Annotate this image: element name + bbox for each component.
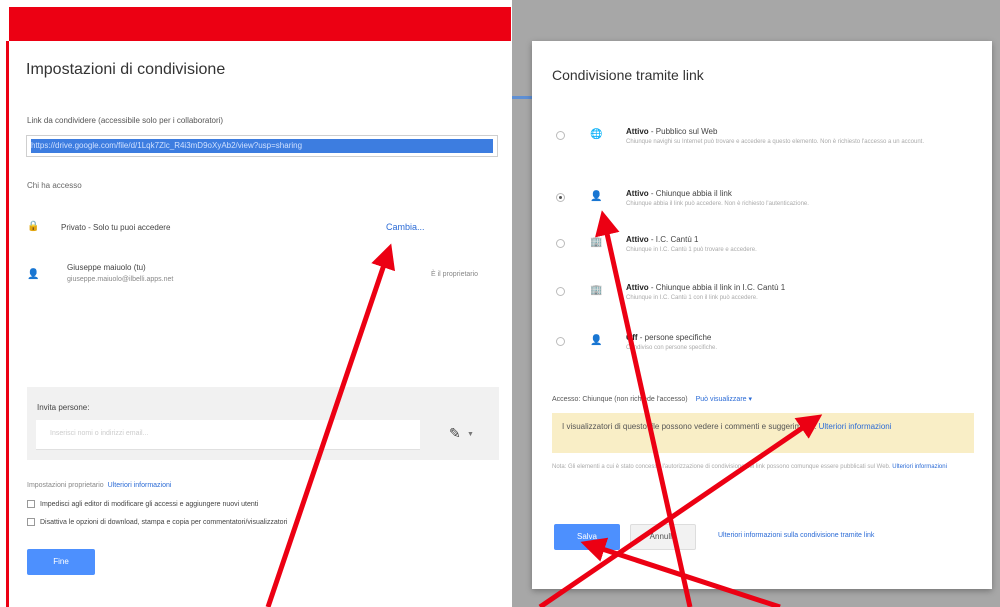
- share-link-field[interactable]: https://drive.google.com/file/d/1Lqk7Zlc…: [26, 135, 498, 157]
- radio-button[interactable]: [556, 287, 565, 296]
- owner-settings: Impostazioni proprietario Ulteriori infor…: [27, 482, 171, 489]
- owner-name: Giuseppe maiuolo (tu): [67, 263, 146, 272]
- owner-settings-label: Impostazioni proprietario: [27, 482, 104, 489]
- change-link[interactable]: Cambia...: [386, 222, 425, 232]
- owner-role: È il proprietario: [431, 271, 479, 278]
- access-row-owner: 👤 Giuseppe maiuolo (tu) giuseppe.maiuolo…: [27, 263, 497, 291]
- pencil-icon[interactable]: ✎: [449, 425, 461, 442]
- invite-placeholder: Inserisci nomi o indirizzi email...: [50, 430, 149, 437]
- option-heading: Attivo - Chiunque abbia il link in I.C. …: [626, 283, 786, 292]
- note-link[interactable]: Ulteriori informazioni: [892, 464, 947, 470]
- who-has-access-label: Chi ha accesso: [27, 181, 82, 190]
- save-button[interactable]: Salva: [554, 524, 620, 550]
- invite-input[interactable]: Inserisci nomi o indirizzi email...: [36, 420, 420, 450]
- option-description: Chiunque in I.C. Cantù 1 con il link può…: [626, 295, 758, 301]
- option-description: Chiunque in I.C. Cantù 1 può trovare e a…: [626, 247, 757, 253]
- chevron-down-icon: ▾: [748, 396, 753, 403]
- option-specific-people[interactable]: 👤 Off - persone specifiche Condiviso con…: [556, 333, 976, 371]
- checkbox-label: Disattiva le opzioni di download, stampa…: [40, 518, 288, 526]
- globe-icon: 🌐: [590, 129, 603, 140]
- radio-button[interactable]: [556, 337, 565, 346]
- warning-link[interactable]: Ulteriori informazioni: [819, 422, 892, 431]
- checkbox-prevent-editors[interactable]: Impedisci agli editor di modificare gli …: [27, 500, 258, 508]
- radio-button[interactable]: [556, 131, 565, 140]
- warning-box: I visualizzatori di questo file possono …: [552, 413, 974, 453]
- person-icon: 👤: [590, 191, 603, 202]
- person-icon: 👤: [27, 269, 40, 280]
- checkbox-disable-download[interactable]: Disattiva le opzioni di download, stampa…: [27, 518, 287, 526]
- checkbox-box[interactable]: [27, 500, 35, 508]
- invite-label: Invita persone:: [37, 403, 90, 412]
- checkbox-label: Impedisci agli editor di modificare gli …: [40, 500, 259, 508]
- radio-button[interactable]: [556, 239, 565, 248]
- done-button[interactable]: Fine: [27, 549, 95, 575]
- dialog-title: Condivisione tramite link: [552, 67, 704, 83]
- option-heading: Attivo - Pubblico sul Web: [626, 127, 718, 136]
- sharing-settings-panel: Impostazioni di condivisione Link da con…: [9, 41, 511, 607]
- permission-dropdown[interactable]: Può visualizzare ▾: [696, 396, 752, 403]
- invite-section: Invita persone: Inserisci nomi o indiriz…: [27, 387, 499, 460]
- access-line: Accesso: Chiunque (non richiede l'access…: [552, 395, 752, 403]
- option-heading: Attivo - I.C. Cantù 1: [626, 235, 699, 244]
- owner-email: giuseppe.maiuolo@ilbelli.apps.net: [67, 276, 174, 283]
- option-heading: Attivo - Chiunque abbia il link: [626, 189, 732, 198]
- option-anyone-link[interactable]: 👤 Attivo - Chiunque abbia il link Chiunq…: [556, 189, 976, 227]
- warning-text: I visualizzatori di questo file possono …: [562, 422, 817, 431]
- option-description: Chiunque abbia il link può accedere. Non…: [626, 201, 809, 207]
- option-domain-link[interactable]: 🏢 Attivo - Chiunque abbia il link in I.C…: [556, 283, 976, 321]
- page-title: Impostazioni di condivisione: [26, 61, 226, 78]
- access-row-private: 🔒 Privato - Solo tu puoi accedere Cambia…: [27, 221, 497, 235]
- link-sharing-dialog: Condivisione tramite link 🌐 Attivo - Pub…: [532, 41, 992, 589]
- person-icon: 👤: [590, 335, 603, 346]
- checkbox-box[interactable]: [27, 518, 35, 526]
- owner-settings-link[interactable]: Ulteriori informazioni: [108, 482, 172, 489]
- link-label: Link da condividere (accessibile solo pe…: [27, 116, 224, 125]
- more-info-link[interactable]: Ulteriori informazioni sulla condivision…: [718, 532, 874, 539]
- radio-button-selected[interactable]: [556, 193, 565, 202]
- red-top-bar: [9, 7, 511, 41]
- building-icon: 🏢: [590, 285, 603, 296]
- private-text: Privato - Solo tu puoi accedere: [61, 223, 171, 232]
- access-label: Accesso: Chiunque (non richiede l'access…: [552, 396, 688, 403]
- chevron-down-icon[interactable]: ▼: [467, 431, 474, 438]
- cancel-button[interactable]: Annulla: [630, 524, 696, 550]
- option-domain[interactable]: 🏢 Attivo - I.C. Cantù 1 Chiunque in I.C.…: [556, 235, 976, 273]
- option-description: Chiunque navighi su Internet può trovare…: [626, 139, 924, 145]
- note-text: Nota: Gli elementi a cui è stato concess…: [552, 464, 947, 470]
- building-icon: 🏢: [590, 237, 603, 248]
- lock-icon: 🔒: [27, 221, 40, 232]
- option-heading: Off - persone specifiche: [626, 333, 712, 342]
- option-description: Condiviso con persone specifiche.: [626, 345, 718, 351]
- option-public-web[interactable]: 🌐 Attivo - Pubblico sul Web Chiunque nav…: [556, 127, 976, 165]
- share-link-value[interactable]: https://drive.google.com/file/d/1Lqk7Zlc…: [31, 139, 493, 153]
